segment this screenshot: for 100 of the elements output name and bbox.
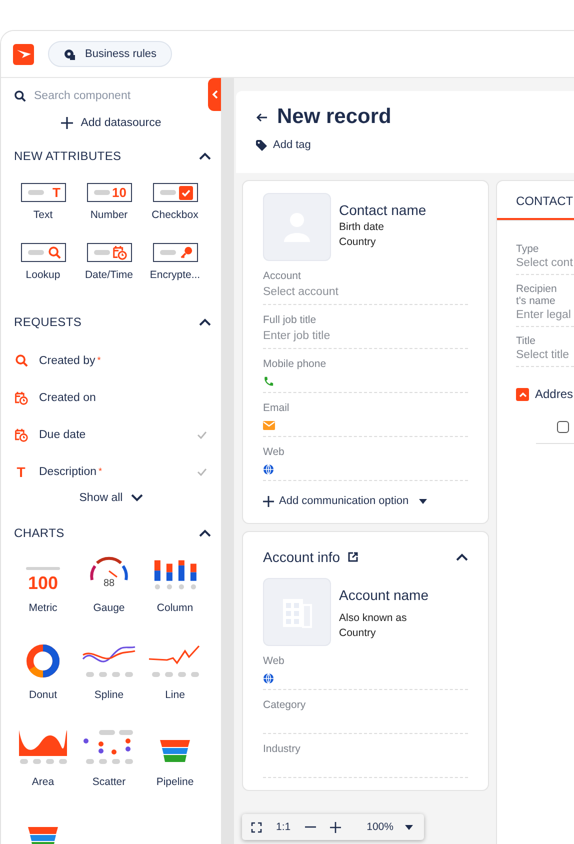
account-name: Account name <box>339 587 428 603</box>
request-item[interactable]: Created by * <box>13 342 207 379</box>
search-icon <box>14 90 26 102</box>
chart-label: Metric <box>28 602 58 614</box>
chart-label: Scatter <box>92 776 126 788</box>
attribute-label: Number <box>90 209 128 221</box>
building-icon <box>263 578 331 646</box>
account-detail: Also known as <box>339 612 408 624</box>
fit-screen-icon[interactable] <box>251 822 262 832</box>
placeholder-bar-icon <box>160 190 176 195</box>
email-icon <box>263 420 275 430</box>
section-title: NEW ATTRIBUTES <box>14 149 122 163</box>
chart-label: Column <box>156 602 194 614</box>
field-label: Web <box>263 446 286 458</box>
placeholder-bar-icon <box>28 250 44 255</box>
attribute-label: Date/Time <box>84 269 134 281</box>
chart-label: Donut <box>28 689 58 701</box>
caret-down-icon[interactable] <box>418 498 427 504</box>
chart-label: Gauge <box>93 602 125 614</box>
add-communication-option-button[interactable]: Add communication option <box>263 495 427 507</box>
checkbox-icon <box>178 186 192 200</box>
input-field[interactable]: Enter job title <box>263 326 468 349</box>
placeholder-bar-icon <box>94 250 110 255</box>
chevron-up-icon[interactable] <box>199 529 211 537</box>
search-field[interactable]: Search component <box>34 90 184 102</box>
search-icon <box>14 354 28 367</box>
account-detail: Country <box>339 627 377 639</box>
placeholder-bar-icon <box>160 250 176 255</box>
input-field[interactable]: Select cont <box>516 255 574 275</box>
chart-label: Pipeline <box>156 776 194 788</box>
key-icon <box>180 246 192 259</box>
metric-drawing: 100 <box>26 567 60 592</box>
zoom-in-icon[interactable] <box>330 822 341 832</box>
type-glyph: T <box>52 185 60 200</box>
tab[interactable]: CONTACT <box>497 181 574 220</box>
request-label: Due date <box>39 428 87 440</box>
attribute-label: Encrypte... <box>150 269 200 281</box>
attribute-tile[interactable] <box>86 243 132 262</box>
chevron-up-icon[interactable] <box>456 553 468 561</box>
logo-icon[interactable] <box>13 44 34 64</box>
page-title: New record <box>277 105 392 129</box>
chevron-up-icon[interactable] <box>199 318 211 326</box>
request-label: Description * <box>39 466 104 478</box>
contact-detail: Birth date <box>339 221 385 233</box>
globe-icon <box>263 464 274 474</box>
field-label: Recipient's name <box>516 283 558 307</box>
attribute-tile[interactable] <box>152 243 198 262</box>
section-title: CHARTS <box>14 526 64 540</box>
calendar-clock-icon <box>14 428 28 442</box>
attribute-tile[interactable] <box>20 243 66 262</box>
request-item[interactable]: Due date <box>13 416 207 453</box>
card-title: Account info <box>263 549 340 565</box>
calendar-clock-icon <box>14 390 28 404</box>
collapse-tab[interactable] <box>208 78 221 111</box>
section-title: REQUESTS <box>14 315 82 329</box>
field-label: Category <box>263 699 307 711</box>
attribute-label: Lookup <box>26 269 60 281</box>
add-tag-button[interactable]: Add tag <box>256 139 311 151</box>
section-title: Addres <box>535 387 574 401</box>
chevron-down-icon[interactable] <box>130 494 143 502</box>
zoom-dropdown[interactable]: 100% <box>366 821 414 833</box>
request-item[interactable]: Created on <box>13 379 207 416</box>
contact-name: Contact name <box>339 202 426 218</box>
checkbox[interactable] <box>557 421 569 433</box>
chart-label: Area <box>32 776 54 788</box>
attribute-tile[interactable] <box>152 183 198 202</box>
attribute-label: Text <box>33 209 53 221</box>
chevron-left-icon <box>212 90 218 99</box>
input-field[interactable]: Select account <box>263 282 468 305</box>
plus-icon <box>263 496 274 506</box>
request-label: Created on <box>39 392 97 404</box>
gauge-drawing: 88 <box>86 554 132 592</box>
request-label: Created by * <box>39 354 102 366</box>
phone-icon <box>263 376 274 386</box>
external-link-icon[interactable] <box>348 552 358 562</box>
show-all-button[interactable]: Show all <box>79 492 143 504</box>
contact-detail: Country <box>339 236 377 248</box>
request-item[interactable]: T Description * <box>13 453 207 490</box>
add-datasource-button[interactable]: Add datasource <box>60 117 162 129</box>
plus-icon <box>60 117 73 129</box>
avatar-icon <box>263 193 331 261</box>
attribute-label: Checkbox <box>152 209 198 221</box>
donut-chart-icon <box>25 643 61 679</box>
placeholder-bar-icon <box>94 190 110 195</box>
input-field[interactable]: Select title <box>516 347 574 367</box>
back-arrow-icon[interactable] <box>256 112 267 122</box>
field-label: Full job title <box>263 314 318 326</box>
chevron-up-icon[interactable] <box>199 152 211 160</box>
chevron-icon <box>518 392 526 396</box>
type-glyph: 10 <box>112 185 126 200</box>
field-label: Email <box>263 402 290 414</box>
chart-label: Line <box>165 689 185 701</box>
field-label: Title <box>516 335 536 347</box>
caret-down-icon[interactable] <box>405 824 414 830</box>
field-label: Mobile phone <box>263 358 328 370</box>
business-rules-button[interactable]: Business rules <box>48 41 172 67</box>
input-field[interactable]: Enter legal <box>516 307 574 327</box>
collapse-button[interactable] <box>516 388 529 400</box>
actual-size-button[interactable]: 1:1 <box>276 821 291 833</box>
field-label: Account <box>263 270 302 282</box>
